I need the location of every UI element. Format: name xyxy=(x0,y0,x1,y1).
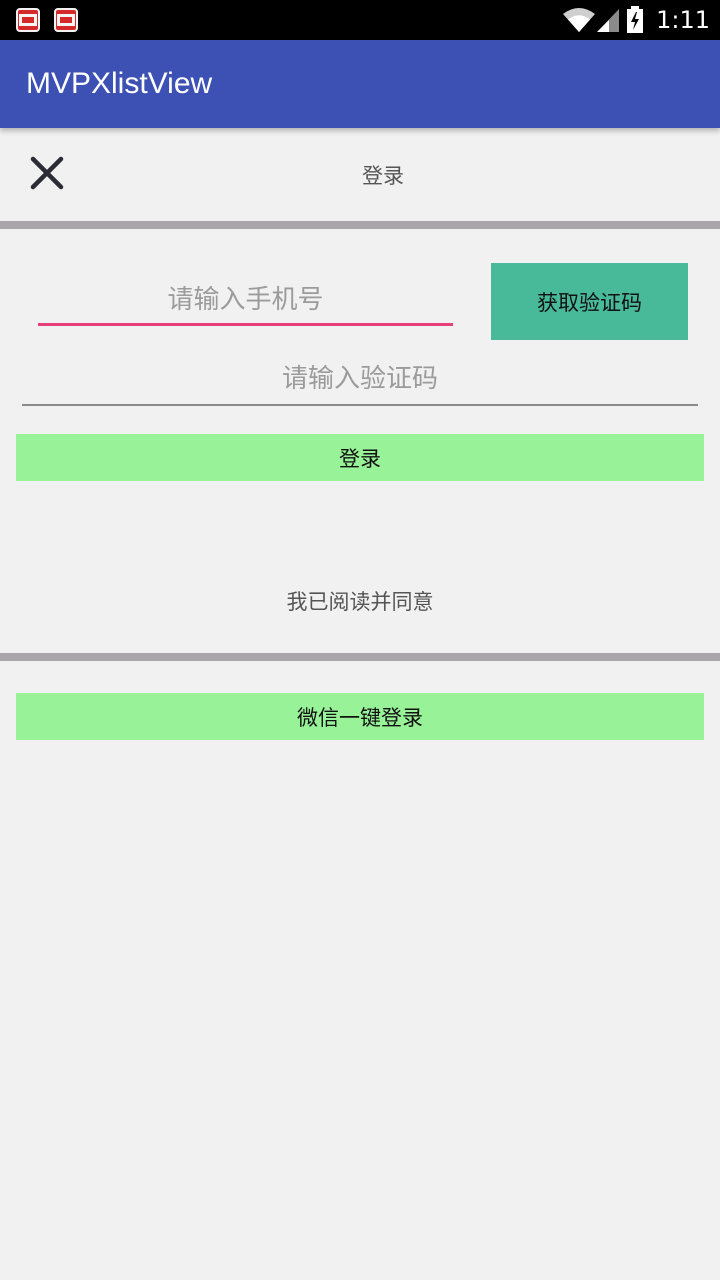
divider xyxy=(0,221,720,229)
clock: 1:11 xyxy=(656,6,710,34)
status-bar: 1:11 xyxy=(0,0,720,40)
get-code-button[interactable]: 获取验证码 xyxy=(491,263,688,340)
battery-charging-icon xyxy=(627,6,644,33)
agreement-text[interactable]: 我已阅读并同意 xyxy=(0,586,720,616)
app-title: MVPXlistView xyxy=(26,67,213,100)
app-bar: MVPXlistView xyxy=(0,40,720,128)
toutiao-app-icon xyxy=(16,8,40,32)
status-indicators: 1:11 xyxy=(562,0,710,40)
wifi-icon xyxy=(563,8,596,32)
toutiao-app-icon xyxy=(54,8,78,32)
phone-input[interactable] xyxy=(38,276,453,326)
verification-code-input[interactable] xyxy=(22,354,698,406)
page-title: 登录 xyxy=(362,164,404,188)
signal-icon xyxy=(597,9,620,32)
divider xyxy=(0,653,720,661)
wechat-login-button[interactable]: 微信一键登录 xyxy=(16,693,704,740)
login-button[interactable]: 登录 xyxy=(16,434,704,481)
